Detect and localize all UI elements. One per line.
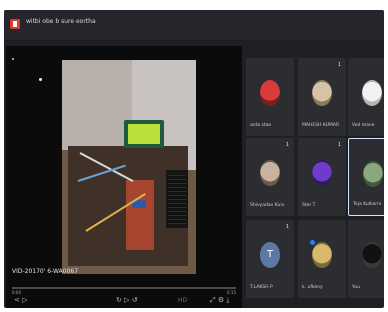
total-time: 0:15 <box>227 290 236 295</box>
participant-name: Yuu <box>352 285 360 290</box>
participant-avatar <box>312 80 332 106</box>
seek-bar[interactable] <box>12 287 236 289</box>
hd-label: HD <box>178 297 188 304</box>
participant-avatar <box>260 80 280 106</box>
participant-avatar <box>312 160 332 186</box>
participant-tile-active[interactable]: Teja Kulkarni <box>348 138 384 216</box>
participant-name: Teja Kulkarni <box>353 202 382 207</box>
red-pcb <box>126 180 154 250</box>
participant-tile[interactable]: k. ufkeny <box>298 220 346 298</box>
video-caption: VID-20170' 6-WA0067 <box>12 268 79 275</box>
video-frame <box>62 60 196 274</box>
participant-tile[interactable]: 1 Shivyadav Kuin <box>246 138 294 216</box>
title-bar: witbi obe b sure eortha <box>4 10 384 40</box>
participant-avatar <box>363 161 383 187</box>
participant-count: 1 <box>337 62 341 68</box>
participant-count: 1 <box>285 224 289 230</box>
participant-avatar <box>312 242 332 268</box>
participant-count: 1 <box>285 142 289 148</box>
participant-tile[interactable]: 1 Ved mane <box>348 58 384 136</box>
status-badge-icon <box>310 240 315 245</box>
current-time: 0:00 <box>12 290 21 295</box>
participant-name: Shivyadav Kuin <box>250 203 285 208</box>
participant-name: Ved mane <box>352 123 375 128</box>
left-controls-icons[interactable]: < ▷ <box>14 296 27 304</box>
participant-avatar-letter: T <box>260 242 280 268</box>
participant-tile[interactable]: 1 MAHESH KUMAR <box>298 58 346 136</box>
participant-tile[interactable]: Yuu <box>348 220 384 298</box>
playback-controls[interactable]: ↻ ▷ ↺ <box>116 297 138 304</box>
conference-window: witbi obe b sure eortha VID-20170' 6-WA0… <box>4 10 384 308</box>
ventilation-grid <box>168 174 186 224</box>
participant-tile[interactable]: anta stae <box>246 58 294 136</box>
participant-tile[interactable]: 1 Ster T <box>298 138 346 216</box>
right-controls-icons[interactable]: ⤢ ⚙ ⤓ <box>210 296 229 304</box>
participant-name: Ster T <box>302 203 316 208</box>
pin-indicator <box>12 58 14 60</box>
app-logo-icon <box>10 19 20 29</box>
participant-name: k. ufkeny <box>302 285 323 290</box>
left-controls[interactable]: < ▷ <box>14 297 27 304</box>
participant-tile[interactable]: 1 T T.LAKSH P <box>246 220 294 298</box>
right-controls[interactable]: ⤢ ⚙ ⤓ <box>210 297 229 304</box>
lcd-screen <box>128 124 160 144</box>
hd-badge[interactable]: HD <box>178 297 187 304</box>
participant-name: MAHESH KUMAR <box>302 123 340 128</box>
participant-name: anta stae <box>250 123 272 128</box>
participant-name: T.LAKSH P <box>250 285 273 290</box>
participant-count: 1 <box>337 142 341 148</box>
participant-avatar <box>362 80 382 106</box>
pointer-dot <box>39 78 42 81</box>
playback-controls-icons[interactable]: ↻ ▷ ↺ <box>116 296 138 304</box>
participant-avatar <box>362 242 382 268</box>
participant-avatar <box>260 160 280 186</box>
window-title: witbi obe b sure eortha <box>26 18 96 25</box>
video-player[interactable]: VID-20170' 6-WA0067 0:00 0:15 < ▷ ↻ ▷ ↺ … <box>6 46 242 308</box>
